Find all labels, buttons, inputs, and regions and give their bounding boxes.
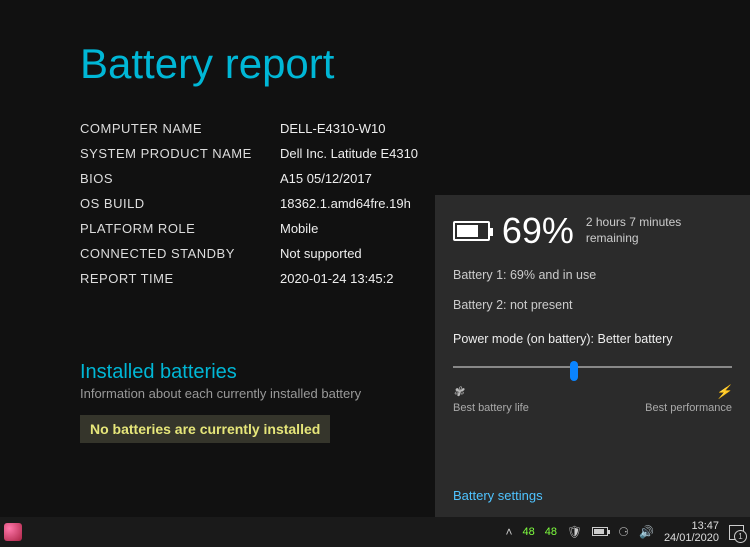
- battery-percent: 69%: [502, 210, 574, 252]
- leaf-icon: ✾: [453, 384, 464, 400]
- battery2-status: Battery 2: not present: [453, 298, 732, 312]
- volume-icon[interactable]: 🔊: [639, 525, 654, 539]
- clock[interactable]: 13:47 24/01/2020: [664, 520, 719, 544]
- temp-reading-1[interactable]: 48: [522, 526, 534, 538]
- info-value: DELL-E4310-W10: [280, 121, 386, 136]
- info-label: CONNECTED STANDBY: [80, 246, 280, 261]
- info-label: COMPUTER NAME: [80, 121, 280, 136]
- no-batteries-message: No batteries are currently installed: [80, 415, 330, 443]
- temp-reading-2[interactable]: 48: [545, 526, 557, 538]
- system-tray: ˄ 48 48 🛡 ⚆ 🔊 13:47 24/01/2020: [505, 520, 744, 544]
- info-row: SYSTEM PRODUCT NAME Dell Inc. Latitude E…: [80, 141, 750, 166]
- info-value: A15 05/12/2017: [280, 171, 372, 186]
- battery-icon: [453, 221, 490, 241]
- info-value: 2020-01-24 13:45:2: [280, 271, 393, 286]
- info-value: Mobile: [280, 221, 318, 236]
- info-label: PLATFORM ROLE: [80, 221, 280, 236]
- info-label: BIOS: [80, 171, 280, 186]
- tray-chevron-up-icon[interactable]: ˄: [505, 525, 512, 539]
- info-label: REPORT TIME: [80, 271, 280, 286]
- tray-battery-icon[interactable]: [592, 525, 608, 539]
- battery-flyout: 69% 2 hours 7 minutes remaining Battery …: [435, 195, 750, 517]
- power-mode-label: Power mode (on battery): Better battery: [453, 332, 732, 346]
- info-label: OS BUILD: [80, 196, 280, 211]
- defender-icon[interactable]: 🛡: [567, 525, 582, 539]
- info-row: COMPUTER NAME DELL-E4310-W10: [80, 116, 750, 141]
- page-title: Battery report: [80, 40, 750, 88]
- battery-remaining: 2 hours 7 minutes remaining: [586, 215, 732, 246]
- info-label: SYSTEM PRODUCT NAME: [80, 146, 280, 161]
- power-mode-slider[interactable]: [453, 358, 732, 378]
- flyout-header: 69% 2 hours 7 minutes remaining: [453, 210, 732, 252]
- info-row: BIOS A15 05/12/2017: [80, 166, 750, 191]
- info-value: Dell Inc. Latitude E4310: [280, 146, 418, 161]
- slider-max-label: Best performance: [645, 402, 732, 414]
- slider-min-label: Best battery life: [453, 402, 529, 414]
- wifi-icon[interactable]: ⚆: [618, 525, 629, 539]
- info-value: Not supported: [280, 246, 362, 261]
- battery1-status: Battery 1: 69% and in use: [453, 268, 732, 282]
- info-value: 18362.1.amd64fre.19h: [280, 196, 411, 211]
- bolt-icon: ⚡: [716, 384, 732, 400]
- taskbar-app-icon[interactable]: [4, 523, 22, 541]
- taskbar: ˄ 48 48 🛡 ⚆ 🔊 13:47 24/01/2020: [0, 517, 750, 547]
- clock-time: 13:47: [664, 520, 719, 532]
- battery-settings-link[interactable]: Battery settings: [453, 488, 543, 503]
- action-center-icon[interactable]: [729, 525, 744, 540]
- clock-date: 24/01/2020: [664, 532, 719, 544]
- slider-labels: ✾ Best battery life ⚡ Best performance: [453, 384, 732, 414]
- slider-thumb[interactable]: [570, 361, 578, 381]
